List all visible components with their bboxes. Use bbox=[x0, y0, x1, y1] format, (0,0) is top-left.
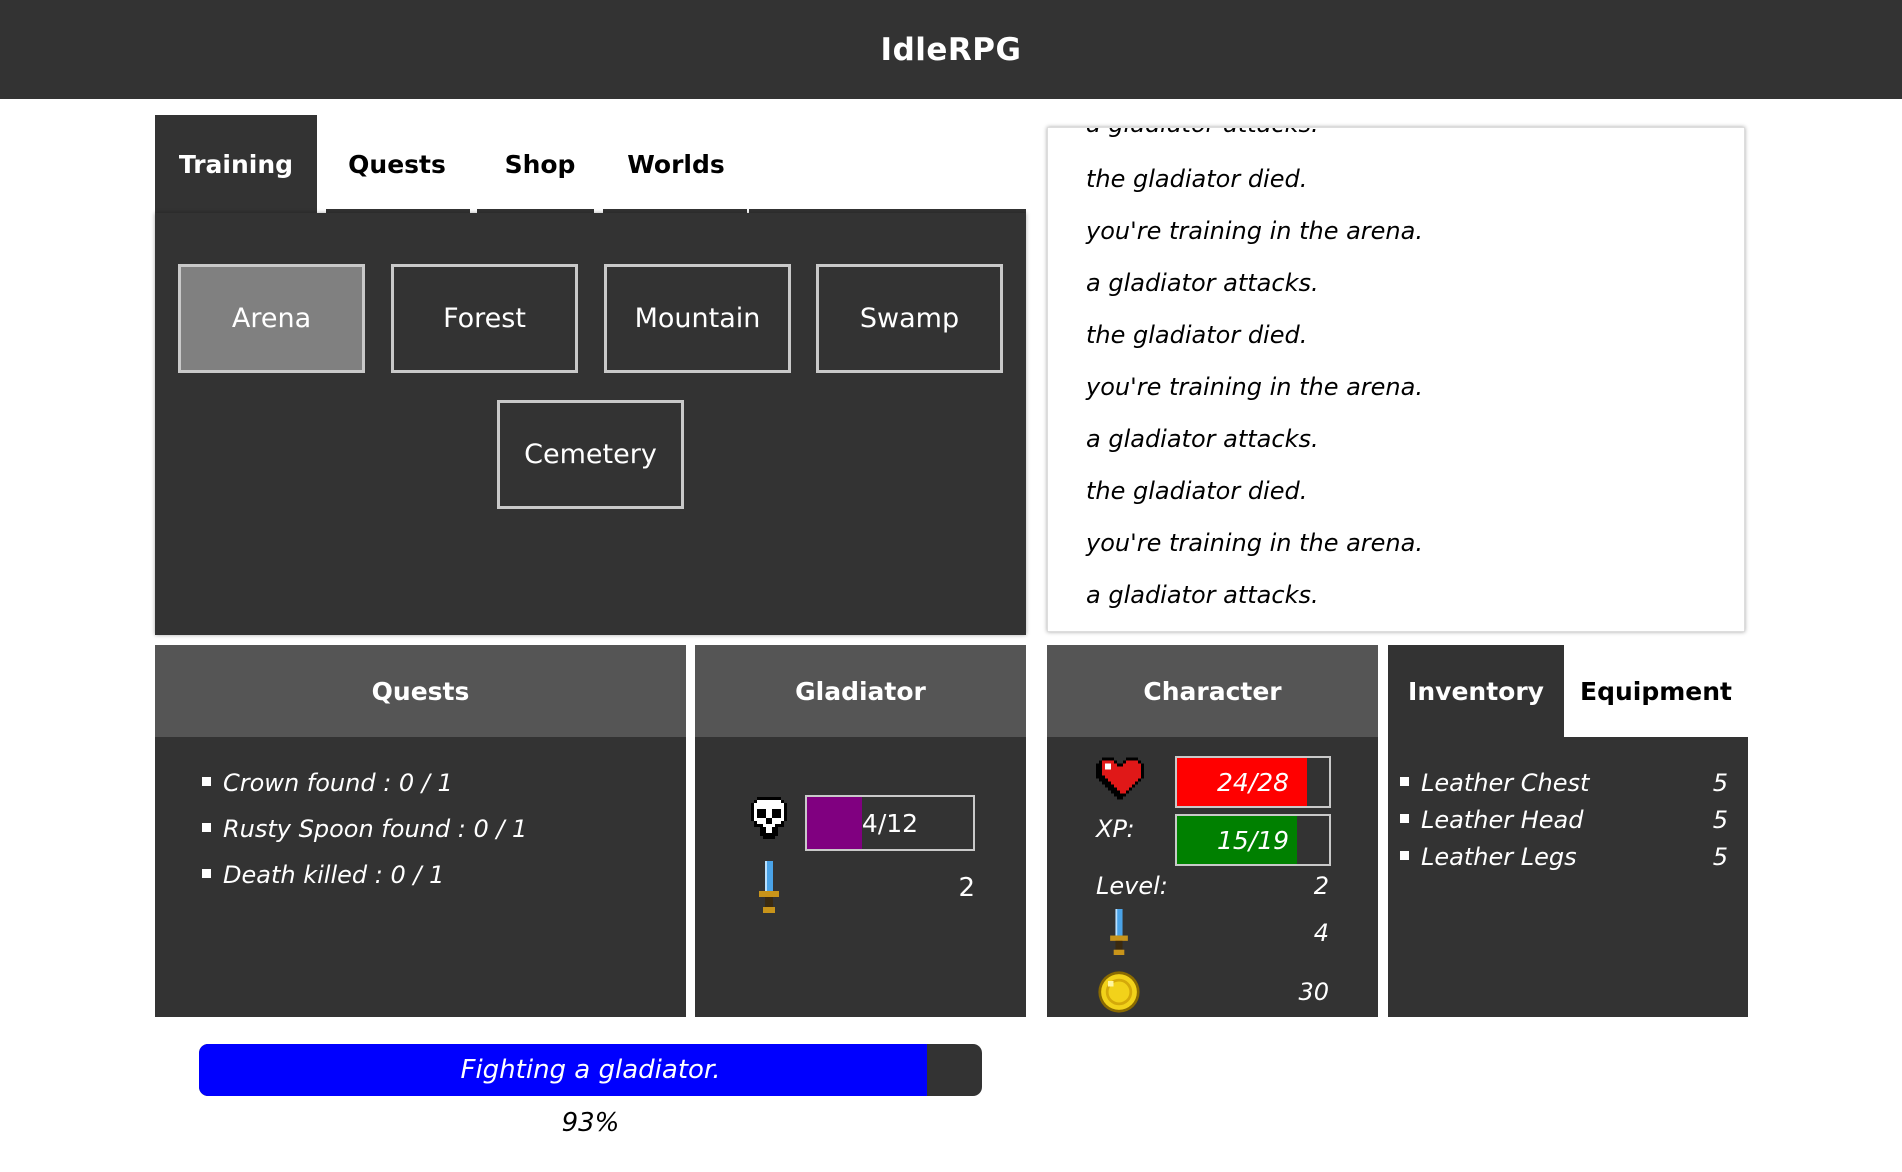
training-panel: Arena Forest Mountain Swamp Cemetery bbox=[155, 213, 1026, 635]
log-line: you're training in the arena. bbox=[1086, 217, 1423, 245]
event-log[interactable]: a gladiator attacks. the gladiator died.… bbox=[1047, 127, 1745, 632]
log-line: a gladiator attacks. bbox=[1086, 269, 1319, 297]
tab-quests[interactable]: Quests bbox=[317, 115, 477, 213]
bullet-icon bbox=[1400, 813, 1409, 823]
heart-icon bbox=[1096, 757, 1144, 800]
skull-icon bbox=[751, 797, 787, 839]
location-forest-button[interactable]: Forest bbox=[391, 264, 578, 373]
location-swamp-button[interactable]: Swamp bbox=[816, 264, 1003, 373]
log-line: the gladiator died. bbox=[1086, 165, 1308, 193]
inventory-item-value: 5 bbox=[1712, 769, 1728, 797]
gold-coin-icon bbox=[1098, 971, 1140, 1013]
app-title: IdleRPG bbox=[880, 31, 1022, 68]
log-line: the gladiator died. bbox=[1086, 321, 1308, 349]
bullet-icon bbox=[1400, 776, 1409, 786]
level-label: Level: bbox=[1096, 872, 1168, 900]
enemy-panel-header: Gladiator bbox=[695, 645, 1026, 737]
log-line: you're training in the arena. bbox=[1086, 529, 1423, 557]
location-arena-button[interactable]: Arena bbox=[178, 264, 365, 373]
sword-icon bbox=[759, 861, 779, 913]
enemy-health-label: 4/12 bbox=[861, 808, 919, 838]
enemy-attack-value: 2 bbox=[958, 873, 975, 903]
log-line: a gladiator attacks. bbox=[1086, 128, 1319, 138]
tab-equipment[interactable]: Equipment bbox=[1564, 645, 1748, 737]
attack-value: 4 bbox=[1313, 919, 1329, 947]
tab-shop[interactable]: Shop bbox=[477, 115, 603, 213]
sword-icon bbox=[1110, 909, 1128, 955]
log-line: you're training in the arena. bbox=[1086, 373, 1423, 401]
location-cemetery-button[interactable]: Cemetery bbox=[497, 400, 684, 509]
level-value: 2 bbox=[1313, 872, 1329, 900]
player-health-label: 24/28 bbox=[1216, 767, 1290, 797]
action-label: Fighting a gladiator. bbox=[460, 1055, 721, 1085]
tab-inventory[interactable]: Inventory bbox=[1388, 645, 1564, 737]
inventory-item-value: 5 bbox=[1712, 806, 1728, 834]
log-line: a gladiator attacks. bbox=[1086, 581, 1319, 609]
xp-bar: 15/19 bbox=[1175, 814, 1331, 866]
bullet-icon bbox=[202, 868, 211, 878]
enemy-panel: 4/12 2 bbox=[695, 737, 1026, 1017]
enemy-health-bar: 4/12 bbox=[805, 795, 975, 851]
action-percent: 93% bbox=[561, 1108, 620, 1138]
main-tabs: Training Quests Shop Worlds bbox=[155, 115, 749, 213]
inventory-item[interactable]: Leather Legs bbox=[1400, 843, 1577, 871]
xp-label: XP: bbox=[1096, 815, 1135, 843]
log-line: the gladiator died. bbox=[1086, 477, 1308, 505]
tab-training[interactable]: Training bbox=[155, 115, 317, 213]
character-panel: 24/28 XP: 15/19 Level: 2 4 30 bbox=[1047, 737, 1378, 1017]
quests-panel: Crown found : 0 / 1 Rusty Spoon found : … bbox=[155, 737, 686, 1017]
inventory-item[interactable]: Leather Head bbox=[1400, 806, 1583, 834]
tab-worlds[interactable]: Worlds bbox=[603, 115, 749, 213]
character-panel-header: Character bbox=[1047, 645, 1378, 737]
app-header: IdleRPG bbox=[0, 0, 1902, 99]
action-progress-bar: Fighting a gladiator. bbox=[199, 1044, 982, 1096]
bullet-icon bbox=[202, 822, 211, 832]
gold-value: 30 bbox=[1298, 978, 1329, 1006]
bullet-icon bbox=[1400, 850, 1409, 860]
quest-item: Crown found : 0 / 1 bbox=[202, 769, 453, 797]
quest-item: Death killed : 0 / 1 bbox=[202, 861, 444, 889]
inventory-item-value: 5 bbox=[1712, 843, 1728, 871]
inventory-item[interactable]: Leather Chest bbox=[1400, 769, 1589, 797]
quest-item: Rusty Spoon found : 0 / 1 bbox=[202, 815, 527, 843]
log-line: a gladiator attacks. bbox=[1086, 425, 1319, 453]
bullet-icon bbox=[202, 776, 211, 786]
location-mountain-button[interactable]: Mountain bbox=[604, 264, 791, 373]
player-health-bar: 24/28 bbox=[1175, 756, 1331, 808]
quests-panel-header: Quests bbox=[155, 645, 686, 737]
xp-bar-label: 15/19 bbox=[1216, 825, 1290, 855]
inventory-panel: Leather Chest 5 Leather Head 5 Leather L… bbox=[1388, 737, 1748, 1017]
